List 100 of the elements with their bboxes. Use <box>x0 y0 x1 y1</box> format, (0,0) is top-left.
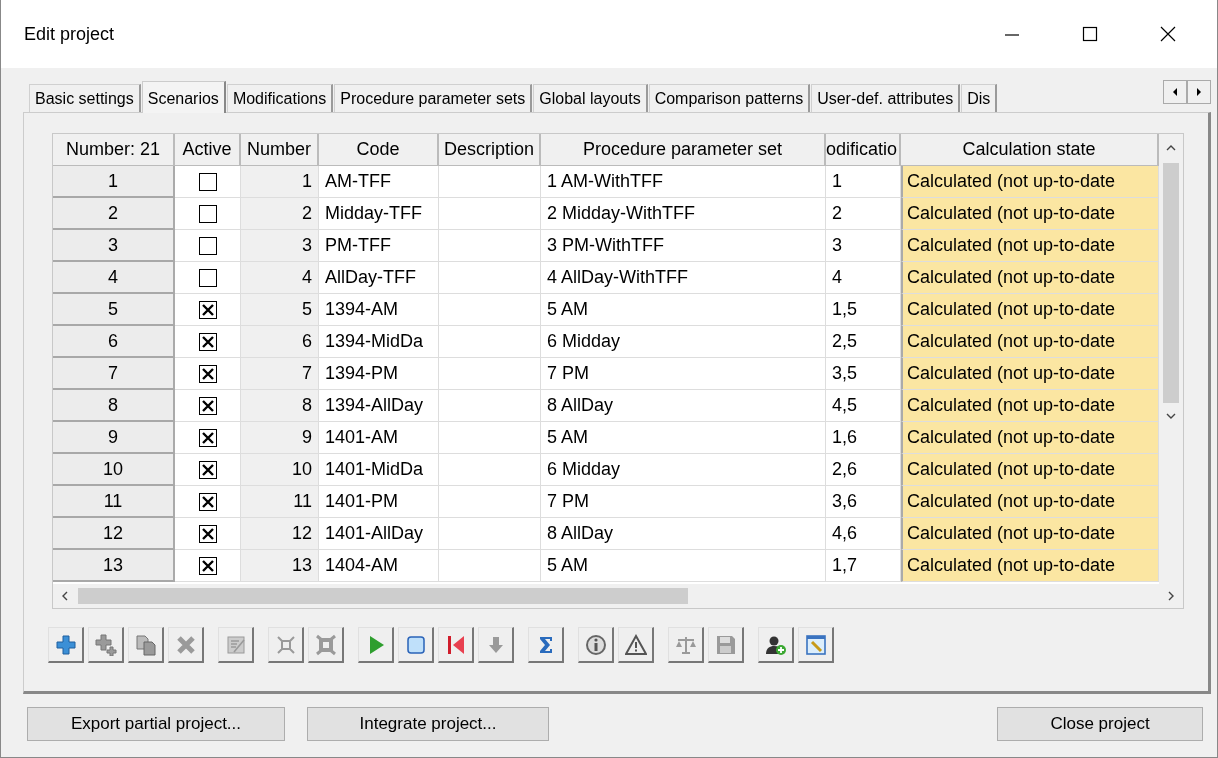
table-cell: Calculated (not up-to-date <box>901 358 1159 390</box>
column-header[interactable]: Description <box>439 134 541 166</box>
sigma-button[interactable] <box>528 627 564 663</box>
checkbox[interactable] <box>198 524 217 543</box>
tab[interactable]: Dis <box>961 84 998 112</box>
tab[interactable]: Global layouts <box>533 84 648 112</box>
scroll-right-icon[interactable] <box>1168 591 1175 601</box>
checkbox[interactable] <box>198 172 217 191</box>
edit-icon <box>224 633 247 656</box>
warning-button[interactable] <box>618 627 654 663</box>
tab[interactable]: Modifications <box>226 84 334 112</box>
table-cell: 12 <box>241 518 319 550</box>
table-cell: Calculated (not up-to-date <box>901 486 1159 518</box>
table-cell: 8 AllDay <box>541 390 826 422</box>
table-cell: AllDay-TFF <box>319 262 439 294</box>
table-cell: 1394-MidDa <box>319 326 439 358</box>
table-cell: 11 <box>241 486 319 518</box>
column-header[interactable]: Procedure parameter set <box>541 134 826 166</box>
table-cell: 3 <box>241 230 319 262</box>
row-header: 3 <box>53 230 175 262</box>
table-cell: Calculated (not up-to-date <box>901 294 1159 326</box>
table-cell: 8 AllDay <box>541 518 826 550</box>
table-cell: Calculated (not up-to-date <box>901 518 1159 550</box>
checkbox[interactable] <box>198 204 217 223</box>
table-cell: PM-TFF <box>319 230 439 262</box>
config-button[interactable] <box>798 627 834 663</box>
table-cell: AM-TFF <box>319 166 439 198</box>
tab[interactable]: Comparison patterns <box>648 84 811 112</box>
table-cell: Calculated (not up-to-date <box>901 390 1159 422</box>
table-cell: 1401-AllDay <box>319 518 439 550</box>
table-cell: 5 AM <box>541 422 826 454</box>
table-cell: 1401-AM <box>319 422 439 454</box>
row-header: 13 <box>53 550 175 582</box>
table-cell: 1404-AM <box>319 550 439 582</box>
tab[interactable]: Basic settings <box>29 84 141 112</box>
right-arrow-icon <box>1196 88 1202 96</box>
horizontal-scrollbar[interactable] <box>53 584 1183 608</box>
network-node-icon <box>314 633 337 656</box>
table-cell: 1401-MidDa <box>319 454 439 486</box>
dialog-button[interactable]: Close project <box>997 707 1203 741</box>
checkbox[interactable] <box>198 300 217 319</box>
tab[interactable]: User-def. attributes <box>811 84 961 112</box>
checkbox[interactable] <box>198 236 217 255</box>
tab[interactable]: Scenarios <box>141 81 226 113</box>
row-header: 4 <box>53 262 175 294</box>
checkbox[interactable] <box>198 364 217 383</box>
table-cell: 10 <box>241 454 319 486</box>
checkbox[interactable] <box>198 268 217 287</box>
checkbox[interactable] <box>198 492 217 511</box>
table-cell: 1394-PM <box>319 358 439 390</box>
info-button[interactable] <box>578 627 614 663</box>
scroll-down-icon[interactable] <box>1166 413 1176 420</box>
table-cell: 1 <box>241 166 319 198</box>
table-cell: 13 <box>241 550 319 582</box>
tab[interactable]: Procedure parameter sets <box>334 84 533 112</box>
dialog-button[interactable]: Integrate project... <box>307 707 549 741</box>
scroll-left-button[interactable] <box>1163 80 1187 104</box>
checkbox[interactable] <box>198 428 217 447</box>
scroll-left-icon[interactable] <box>61 591 68 601</box>
table-cell: Calculated (not up-to-date <box>901 230 1159 262</box>
column-header[interactable]: Code <box>319 134 439 166</box>
column-header[interactable]: Active <box>175 134 241 166</box>
table-cell: 9 <box>241 422 319 454</box>
column-header[interactable]: odificatio <box>826 134 901 166</box>
table-cell: 6 <box>241 326 319 358</box>
table-cell: 7 PM <box>541 486 826 518</box>
dialog-button[interactable]: Export partial project... <box>27 707 285 741</box>
row-header: 9 <box>53 422 175 454</box>
table-cell: 5 AM <box>541 550 826 582</box>
table-cell: 3 PM-WithTFF <box>541 230 826 262</box>
warning-icon <box>624 633 647 656</box>
table-cell: Midday-TFF <box>319 198 439 230</box>
table-cell: 5 AM <box>541 294 826 326</box>
table-cell: 8 <box>241 390 319 422</box>
table-cell: 4 <box>241 262 319 294</box>
table-cell: 4 AllDay-WithTFF <box>541 262 826 294</box>
network-node-icon <box>274 633 297 656</box>
column-header[interactable]: Number <box>241 134 319 166</box>
plus-icon <box>54 633 77 656</box>
run-button[interactable] <box>358 627 394 663</box>
table-cell: 1394-AllDay <box>319 390 439 422</box>
row-header: 11 <box>53 486 175 518</box>
add-button[interactable] <box>48 627 84 663</box>
column-header[interactable]: Calculation state <box>901 134 1159 166</box>
table-cell: 2 <box>241 198 319 230</box>
settings-window-icon <box>804 633 827 656</box>
user-add-button[interactable] <box>758 627 794 663</box>
checkbox[interactable] <box>198 332 217 351</box>
table-cell: 6 Midday <box>541 326 826 358</box>
reset-button[interactable] <box>438 627 474 663</box>
table-cell: 7 PM <box>541 358 826 390</box>
scroll-right-button[interactable] <box>1187 80 1211 104</box>
table-cell: Calculated (not up-to-date <box>901 326 1159 358</box>
vertical-scrollbar[interactable] <box>1159 134 1183 584</box>
minimize-icon <box>1005 34 1019 36</box>
checkbox[interactable] <box>198 396 217 415</box>
scroll-up-icon[interactable] <box>1166 144 1176 151</box>
stop-button[interactable] <box>398 627 434 663</box>
checkbox[interactable] <box>198 460 217 479</box>
checkbox[interactable] <box>198 556 217 575</box>
